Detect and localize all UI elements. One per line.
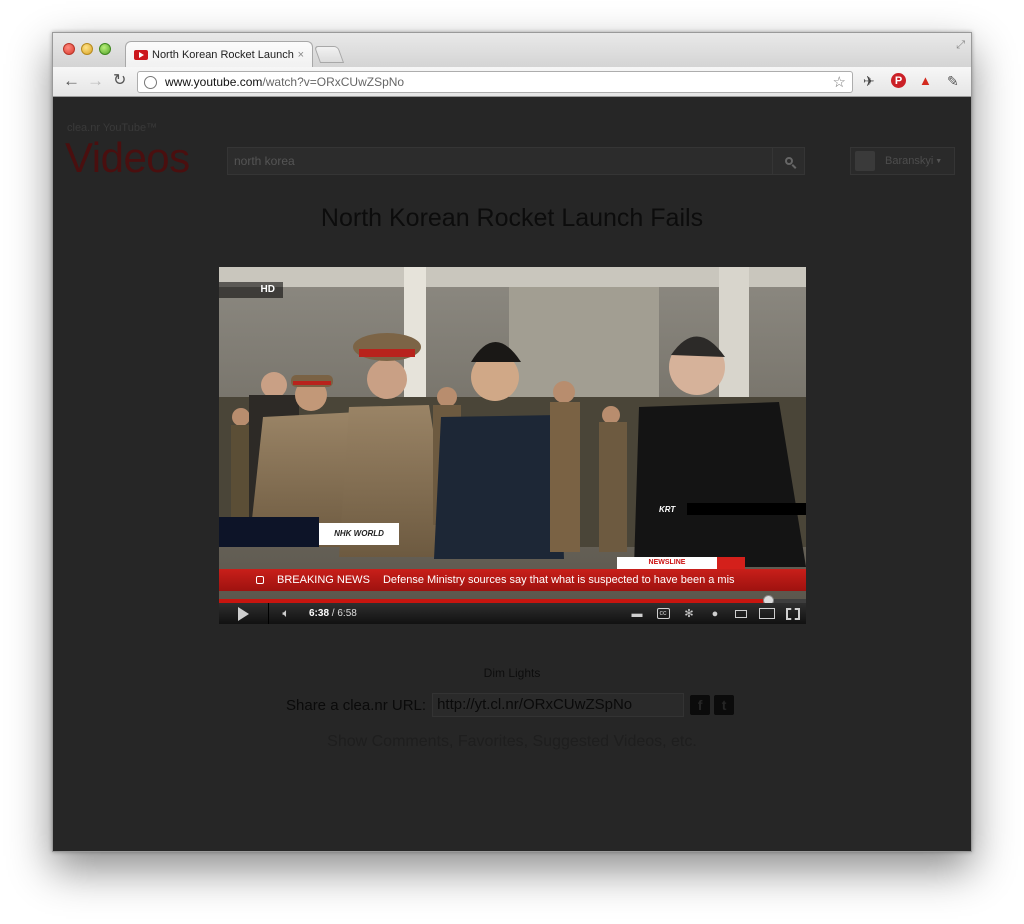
hd-badge[interactable]: HD [219,282,283,298]
nhk-world-logo: NHK WORLD [319,523,399,545]
bookmark-star-icon[interactable]: ☆ [833,73,846,91]
brand-subtitle: clea.nr YouTube™ [67,122,158,134]
play-button[interactable] [219,603,269,624]
forward-arrow-icon[interactable]: → [87,71,104,91]
dim-lights-link[interactable]: Dim Lights [53,666,971,680]
youtube-favicon-icon [134,49,148,60]
search-input[interactable] [228,154,772,168]
wrench-icon[interactable]: ✎ [947,73,959,89]
tab-youtube[interactable]: North Korean Rocket Launch × [125,41,313,67]
play-icon [238,606,249,621]
video-title: North Korean Rocket Launch Fails [320,204,704,232]
fullscreen-button[interactable] [780,607,806,620]
extension-rocket-icon[interactable]: ✈ [863,73,875,89]
browser-toolbar: ← → ↻ www.youtube.com/watch?v=ORxCUwZSpN… [53,67,971,97]
twitter-icon[interactable]: t [714,695,735,715]
user-name: Baranskyi [885,155,934,167]
video-player[interactable]: HD NHK WORLD KRT NEWSLINE BREAKING NEWS … [219,267,806,624]
back-arrow-icon[interactable]: ← [63,71,80,91]
close-window-button[interactable] [63,43,75,55]
brand-logo[interactable]: Videos [65,134,190,182]
show-more-link[interactable]: Show Comments, Favorites, Suggested Vide… [53,733,971,751]
ticker-text: Defense Ministry sources say that what i… [382,574,735,586]
captions-button[interactable]: cc [650,608,676,619]
extension-car-icon[interactable]: ▲ [919,73,932,89]
ticker-label: BREAKING NEWS [277,574,370,586]
watch-later-clock-icon[interactable]: ● [702,608,728,620]
cc-icon: cc [656,608,670,619]
share-row: Share a clea.nr URL: http://yt.cl.nr/ORx… [286,692,735,718]
annotations-icon[interactable]: ▬ [624,608,650,620]
tab-title: North Korean Rocket Launch [152,48,294,61]
page-content: clea.nr YouTube™ Videos Baranskyi ▼ Nort… [53,98,971,851]
address-bar[interactable]: www.youtube.com/watch?v=ORxCUwZSpNo ☆ [137,71,853,93]
large-player-icon [759,608,775,619]
tab-bar: North Korean Rocket Launch × ⤢ [53,33,971,67]
user-menu[interactable]: Baranskyi ▼ [850,147,955,175]
search-bar [227,147,805,175]
url-domain: www.youtube.com [165,75,263,89]
small-player-button[interactable] [728,609,754,618]
duration: 6:58 [337,608,357,619]
ticker-square-icon [256,576,264,584]
address-url[interactable]: www.youtube.com/watch?v=ORxCUwZSpNo [165,75,833,89]
browser-window: North Korean Rocket Launch × ⤢ ← → ↻ www… [52,32,972,852]
url-path: /watch?v=ORxCUwZSpNo [262,75,405,89]
fullscreen-icon [786,607,800,620]
large-player-button[interactable] [754,608,780,619]
zoom-window-button[interactable] [99,43,111,55]
krt-logo: KRT [659,505,676,514]
globe-icon [144,75,157,89]
fullscreen-toggle-icon[interactable]: ⤢ [956,39,965,52]
current-time: 6:38 [309,608,330,619]
facebook-icon[interactable]: f [690,695,711,715]
minimize-window-button[interactable] [81,43,93,55]
new-tab-button[interactable] [313,46,345,63]
time-display: 6:38 / 6:58 [309,608,357,619]
reload-icon[interactable]: ↻ [113,71,126,91]
volume-icon[interactable]: 🔈︎ [269,606,303,621]
search-button[interactable] [772,148,804,174]
player-controls: 🔈︎ 6:38 / 6:58 ▬ cc ✻ ● [219,603,806,624]
newsline-logo: NEWSLINE [617,557,745,569]
chevron-down-icon: ▼ [935,157,943,165]
search-icon [784,157,793,165]
share-label: Share a clea.nr URL: [286,696,427,714]
settings-gear-icon[interactable]: ✻ [676,607,702,620]
video-frame [219,267,806,599]
avatar [855,151,875,171]
share-url-field[interactable]: http://yt.cl.nr/ORxCUwZSpNo [432,693,685,717]
news-ticker: BREAKING NEWS Defense Ministry sources s… [219,569,806,591]
pinterest-icon[interactable]: P [891,73,906,88]
tab-close-icon[interactable]: × [298,49,304,61]
small-player-icon [735,609,747,618]
